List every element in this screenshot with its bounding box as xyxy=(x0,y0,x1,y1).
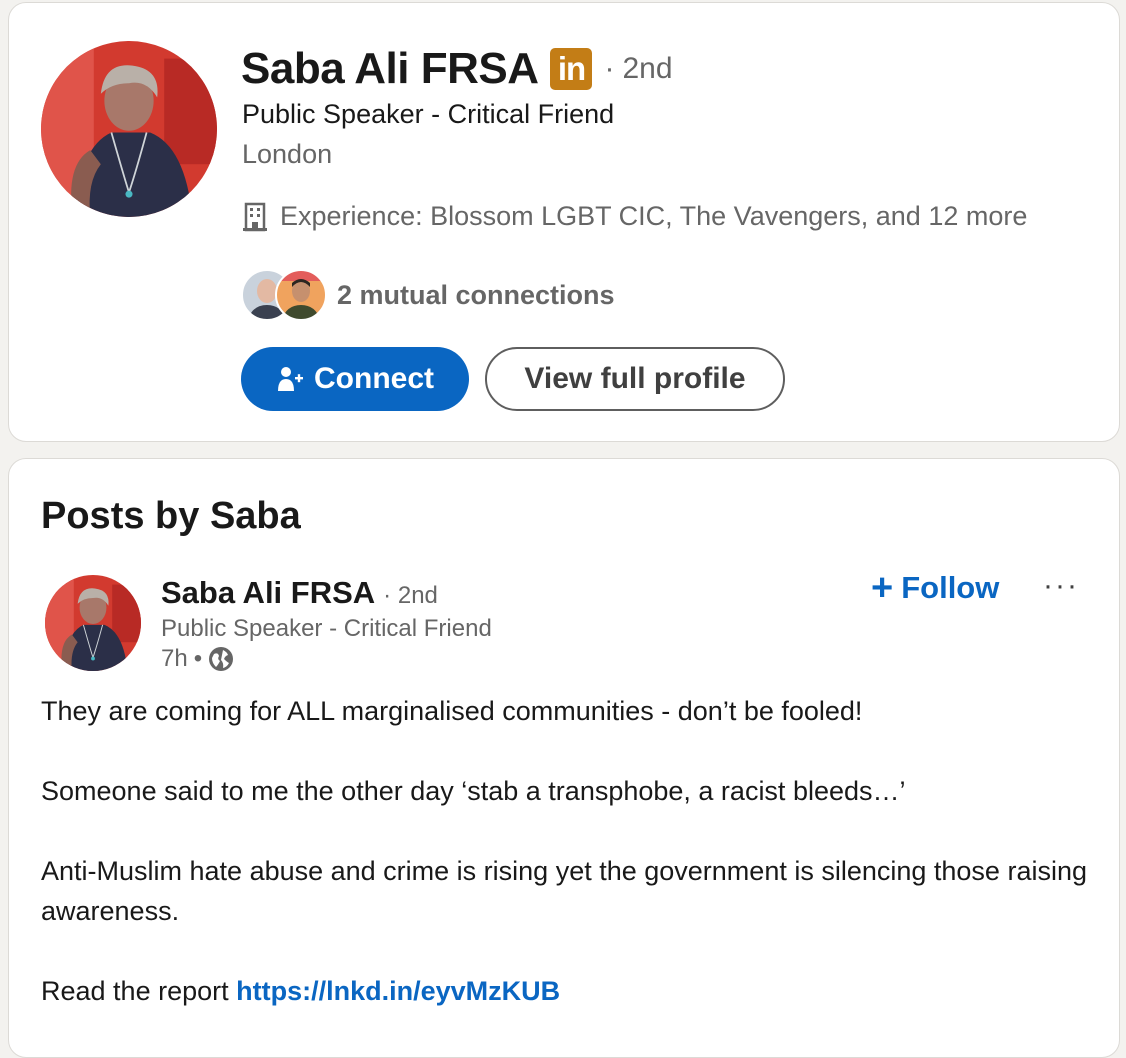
experience-row: Experience: Blossom LGBT CIC, The Vaveng… xyxy=(242,201,1027,232)
report-link[interactable]: https://lnkd.in/eyvMzKUB xyxy=(236,976,560,1006)
meta-separator: • xyxy=(193,645,203,672)
post-timestamp: 7h xyxy=(161,645,188,672)
post-author-row: Saba Ali FRSA · 2nd xyxy=(161,575,438,611)
report-prefix: Read the report xyxy=(41,976,237,1006)
profile-name-row: Saba Ali FRSA in · 2nd xyxy=(241,43,673,95)
posts-section-title: Posts by Saba xyxy=(41,495,301,537)
profile-avatar[interactable] xyxy=(41,41,217,217)
profile-location: London xyxy=(242,139,333,169)
post-paragraph: They are coming for ALL marginalised com… xyxy=(41,696,863,726)
post-author-degree: · 2nd xyxy=(383,582,438,609)
connect-label: Connect xyxy=(314,362,434,395)
posts-card: Posts by Saba Saba Ali FRSA · 2nd Public… xyxy=(8,458,1120,1058)
linkedin-premium-icon: in xyxy=(550,48,593,90)
post-degree-label: 2nd xyxy=(397,582,438,609)
mutual-avatar-2 xyxy=(275,269,327,321)
degree-label: 2nd xyxy=(622,52,673,85)
follow-button[interactable]: + Follow xyxy=(871,569,999,607)
post-author-name[interactable]: Saba Ali FRSA xyxy=(161,575,375,611)
follow-label: Follow xyxy=(901,570,1000,605)
post-body: They are coming for ALL marginalised com… xyxy=(41,691,1101,1051)
mutual-avatars xyxy=(241,265,331,325)
post-paragraph: Anti-Muslim hate abuse and crime is risi… xyxy=(41,856,1087,926)
post-report-line: Read the report https://lnkd.in/eyvMzKUB xyxy=(41,971,1101,1011)
profile-name[interactable]: Saba Ali FRSA xyxy=(241,44,539,94)
view-full-profile-label: View full profile xyxy=(524,362,746,395)
connection-degree: · 2nd xyxy=(604,52,673,85)
add-person-icon xyxy=(278,367,303,391)
profile-headline: Public Speaker - Critical Friend xyxy=(242,99,615,129)
building-icon xyxy=(243,202,267,231)
mutual-connections[interactable]: 2 mutual connections xyxy=(241,265,615,325)
connect-button[interactable]: Connect xyxy=(241,347,469,411)
post-author-headline: Public Speaker - Critical Friend xyxy=(161,615,492,642)
ellipsis-icon[interactable]: ··· xyxy=(1043,569,1079,603)
post-author-avatar[interactable] xyxy=(45,575,141,671)
post-paragraph: Someone said to me the other day ‘stab a… xyxy=(41,776,906,806)
plus-icon: + xyxy=(871,567,894,609)
view-full-profile-button[interactable]: View full profile xyxy=(485,347,785,411)
profile-card: Saba Ali FRSA in · 2nd Public Speaker - C… xyxy=(8,2,1120,442)
experience-text: Experience: Blossom LGBT CIC, The Vaveng… xyxy=(280,201,1028,231)
mutual-connections-label[interactable]: 2 mutual connections xyxy=(337,280,615,311)
globe-icon xyxy=(209,647,234,671)
post-meta: 7h • xyxy=(161,645,234,673)
